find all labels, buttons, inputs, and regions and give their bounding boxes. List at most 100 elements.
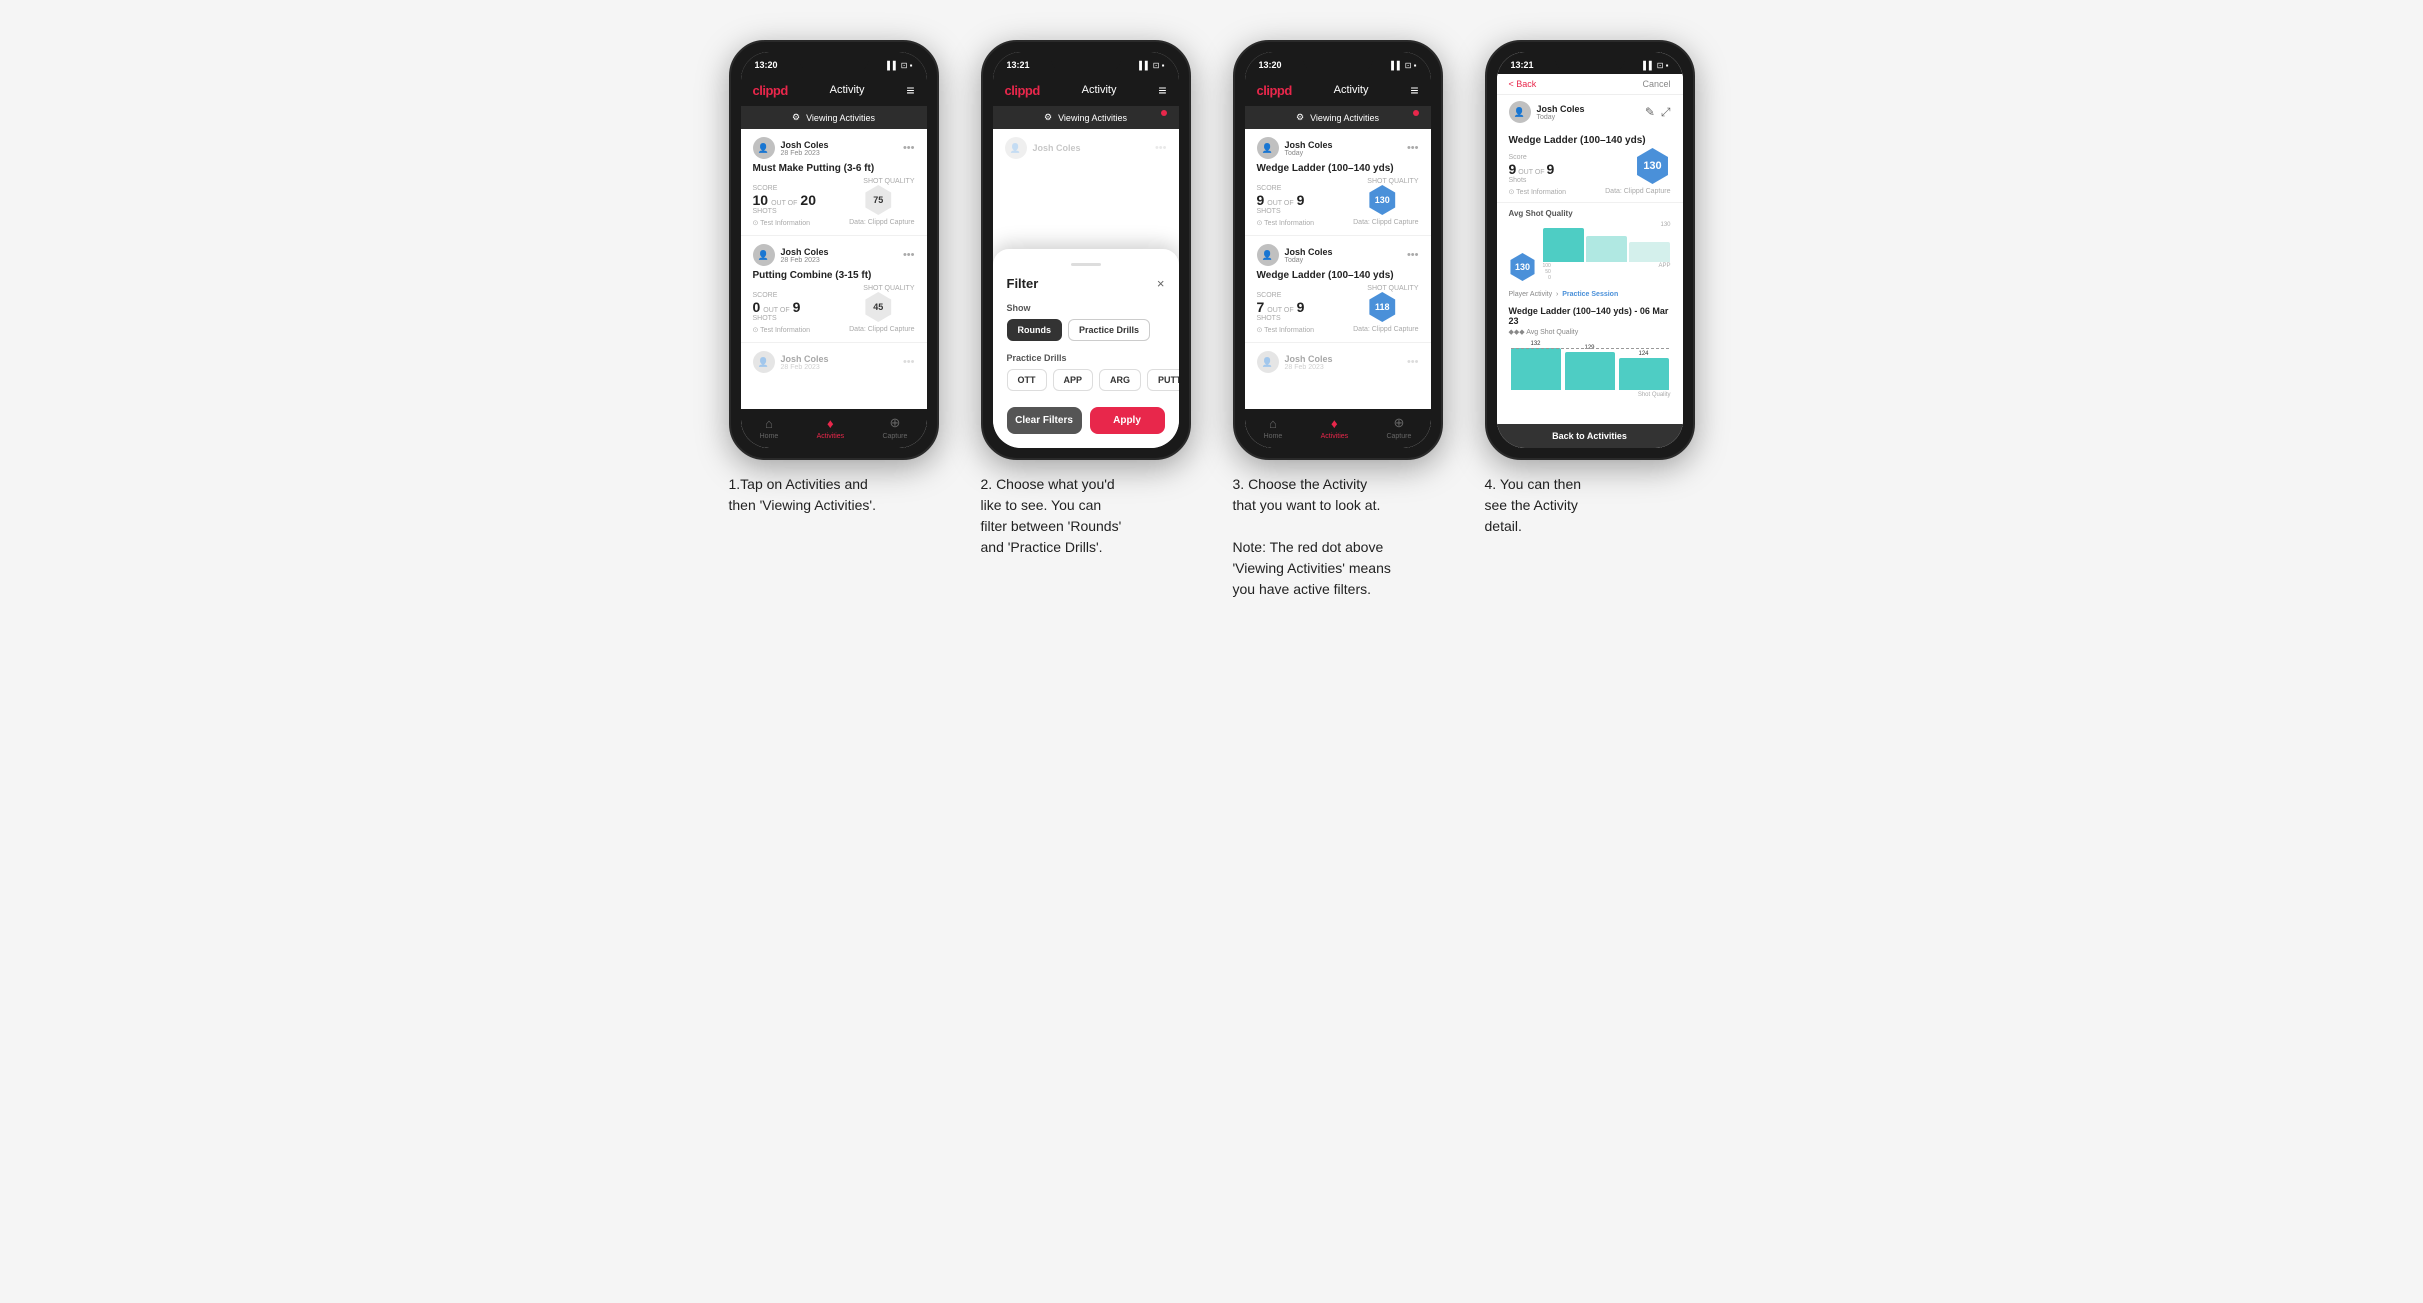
practice-drills-section-label: Practice Drills [1007, 353, 1165, 363]
avatar-1-2: 👤 [753, 244, 775, 266]
avatar-3-3: 👤 [1257, 351, 1279, 373]
viewing-activities-label-2: Viewing Activities [1058, 113, 1127, 123]
user-date-1-3: 28 Feb 2023 [781, 364, 829, 371]
nav-activities-1[interactable]: ♦ Activities [817, 416, 845, 440]
activity-card-3-2[interactable]: 👤 Josh Coles Today ••• Wedge Ladder (100… [1245, 236, 1431, 343]
footer-data-3-2: Data: Clippd Capture [1353, 326, 1418, 334]
putt-drill-btn[interactable]: PUTT [1147, 369, 1178, 391]
phone-3-column: 13:20 ▌▌ ⊡ ▪ clippd Activity ≡ ⚙ Viewing… [1228, 40, 1448, 600]
status-icons-4: ▌▌ ⊡ ▪ [1643, 61, 1668, 70]
nav-activities-label-1: Activities [817, 433, 845, 440]
footer-data-1-2: Data: Clippd Capture [849, 326, 914, 334]
three-dots-1-2[interactable]: ••• [903, 249, 915, 261]
user-info-3-1: 👤 Josh Coles Today [1257, 137, 1333, 159]
avatar-4: 👤 [1509, 101, 1531, 123]
score-label-1-1: Score [753, 185, 816, 192]
player-activity-label-4: Player Activity [1509, 291, 1553, 298]
data-capture-4: Data: Clippd Capture [1605, 188, 1670, 196]
detail-user-name-4: Josh Coles [1537, 104, 1585, 114]
shots-val-4: 9 [1547, 161, 1555, 177]
filter-modal: Filter × Show Rounds Practice Drills Pra… [993, 249, 1179, 448]
shots-val-3-2: 9 [1297, 299, 1305, 315]
filter-icon-3: ⚙ [1296, 112, 1304, 123]
score-lbl-4: Score [1509, 154, 1555, 161]
cards-area-1: 👤 Josh Coles 28 Feb 2023 ••• Must Make P… [741, 129, 927, 448]
avatar-3-1: 👤 [1257, 137, 1279, 159]
modal-close-icon[interactable]: × [1157, 276, 1165, 291]
viewing-activities-bar-3[interactable]: ⚙ Viewing Activities [1245, 106, 1431, 129]
activity-card-1-1[interactable]: 👤 Josh Coles 28 Feb 2023 ••• Must Make P… [741, 129, 927, 236]
home-icon-3: ⌂ [1269, 416, 1277, 431]
detail-card-4: Wedge Ladder (100–140 yds) Score 9 OUT O… [1497, 129, 1683, 202]
nav-home-label-3: Home [1264, 433, 1283, 440]
nav-capture-1[interactable]: ⊕ Capture [882, 415, 907, 440]
phone-3-frame: 13:20 ▌▌ ⊡ ▪ clippd Activity ≡ ⚙ Viewing… [1233, 40, 1443, 460]
expand-icon-4[interactable]: ⤢ [1661, 105, 1671, 120]
score-label-3-2: Score [1257, 292, 1305, 299]
app-header-title-2: Activity [1082, 84, 1117, 96]
three-dots-3-1[interactable]: ••• [1407, 142, 1419, 154]
capture-icon-1: ⊕ [889, 415, 900, 431]
three-dots-3-2[interactable]: ••• [1407, 249, 1419, 261]
arg-drill-btn[interactable]: ARG [1099, 369, 1141, 391]
detail-header-4: < Back Cancel [1497, 74, 1683, 95]
activities-icon-1: ♦ [827, 416, 834, 431]
wedge-title-4: Wedge Ladder (100–140 yds) - 06 Mar 23 [1509, 306, 1671, 326]
detail-user-date-4: Today [1537, 114, 1585, 121]
nav-capture-label-1: Capture [882, 433, 907, 440]
clear-filters-btn[interactable]: Clear Filters [1007, 407, 1082, 434]
caption-2: 2. Choose what you'dlike to see. You can… [981, 474, 1191, 558]
nav-capture-3[interactable]: ⊕ Capture [1386, 415, 1411, 440]
shots-val-3-1: 9 [1297, 192, 1305, 208]
nav-home-1[interactable]: ⌂ Home [760, 416, 779, 440]
bar-val-label-4-3: 124 [1638, 351, 1648, 357]
practice-drills-filter-btn[interactable]: Practice Drills [1068, 319, 1150, 341]
cancel-btn-4[interactable]: Cancel [1642, 79, 1670, 89]
app-drill-btn[interactable]: APP [1053, 369, 1094, 391]
filter-icon-1: ⚙ [792, 112, 800, 123]
activity-card-3-1[interactable]: 👤 Josh Coles Today ••• Wedge Ladder (100… [1245, 129, 1431, 236]
avatar-1-1: 👤 [753, 137, 775, 159]
cards-area-3: 👤 Josh Coles Today ••• Wedge Ladder (100… [1245, 129, 1431, 448]
viewing-activities-bar-2[interactable]: ⚙ Viewing Activities [993, 106, 1179, 129]
menu-icon-1[interactable]: ≡ [906, 82, 914, 98]
avg-quality-label-4: ◆◆◆ Avg Shot Quality [1509, 328, 1671, 336]
chart-bar-4-3 [1629, 242, 1670, 262]
three-dots-1-1[interactable]: ••• [903, 142, 915, 154]
activity-title-1-1: Must Make Putting (3-6 ft) [753, 163, 915, 174]
menu-icon-2[interactable]: ≡ [1158, 82, 1166, 98]
detail-card-title-4: Wedge Ladder (100–140 yds) [1509, 135, 1671, 146]
avg-shot-title-4: Avg Shot Quality [1509, 209, 1671, 218]
status-time-2: 13:21 [1007, 60, 1030, 70]
chart-bar-4-1 [1543, 228, 1584, 262]
score-val-4: 9 [1509, 161, 1517, 177]
show-label: Show [1007, 303, 1165, 313]
apply-btn[interactable]: Apply [1090, 407, 1165, 434]
shot-quality-hex-1-2: 45 [863, 292, 893, 322]
viewing-activities-bar-1[interactable]: ⚙ Viewing Activities [741, 106, 927, 129]
sq-label-3-2: Shot Quality [1367, 285, 1418, 292]
menu-icon-3[interactable]: ≡ [1410, 82, 1418, 98]
nav-activities-3[interactable]: ♦ Activities [1321, 416, 1349, 440]
phone-4-screen: 13:21 ▌▌ ⊡ ▪ < Back Cancel 👤 Josh Coles [1497, 52, 1683, 448]
user-name-1-3: Josh Coles [781, 354, 829, 364]
bar-4-2 [1565, 352, 1615, 390]
shots-label-3-1: Shots [1257, 208, 1305, 215]
y-axis-label-4: Shot Quality [1509, 392, 1671, 398]
edit-icon-4[interactable]: ✎ [1645, 105, 1655, 120]
viewing-activities-label-3: Viewing Activities [1310, 113, 1379, 123]
shots-label-1-2: Shots [753, 315, 801, 322]
phone-3-notch [1303, 52, 1373, 72]
rounds-filter-btn[interactable]: Rounds [1007, 319, 1063, 341]
app-header-title-1: Activity [830, 84, 865, 96]
phone-4-notch [1555, 52, 1625, 72]
home-icon-1: ⌂ [765, 416, 773, 431]
user-date-3-3: 28 Feb 2023 [1285, 364, 1333, 371]
score-val-3-2: 7 [1257, 299, 1265, 315]
activity-card-1-2[interactable]: 👤 Josh Coles 28 Feb 2023 ••• Putting Com… [741, 236, 927, 343]
ott-drill-btn[interactable]: OTT [1007, 369, 1047, 391]
back-to-activities-btn-4[interactable]: Back to Activities [1497, 424, 1683, 448]
nav-home-3[interactable]: ⌂ Home [1264, 416, 1283, 440]
practice-session-link-4[interactable]: Practice Session [1562, 291, 1618, 298]
back-btn-4[interactable]: < Back [1509, 79, 1537, 89]
